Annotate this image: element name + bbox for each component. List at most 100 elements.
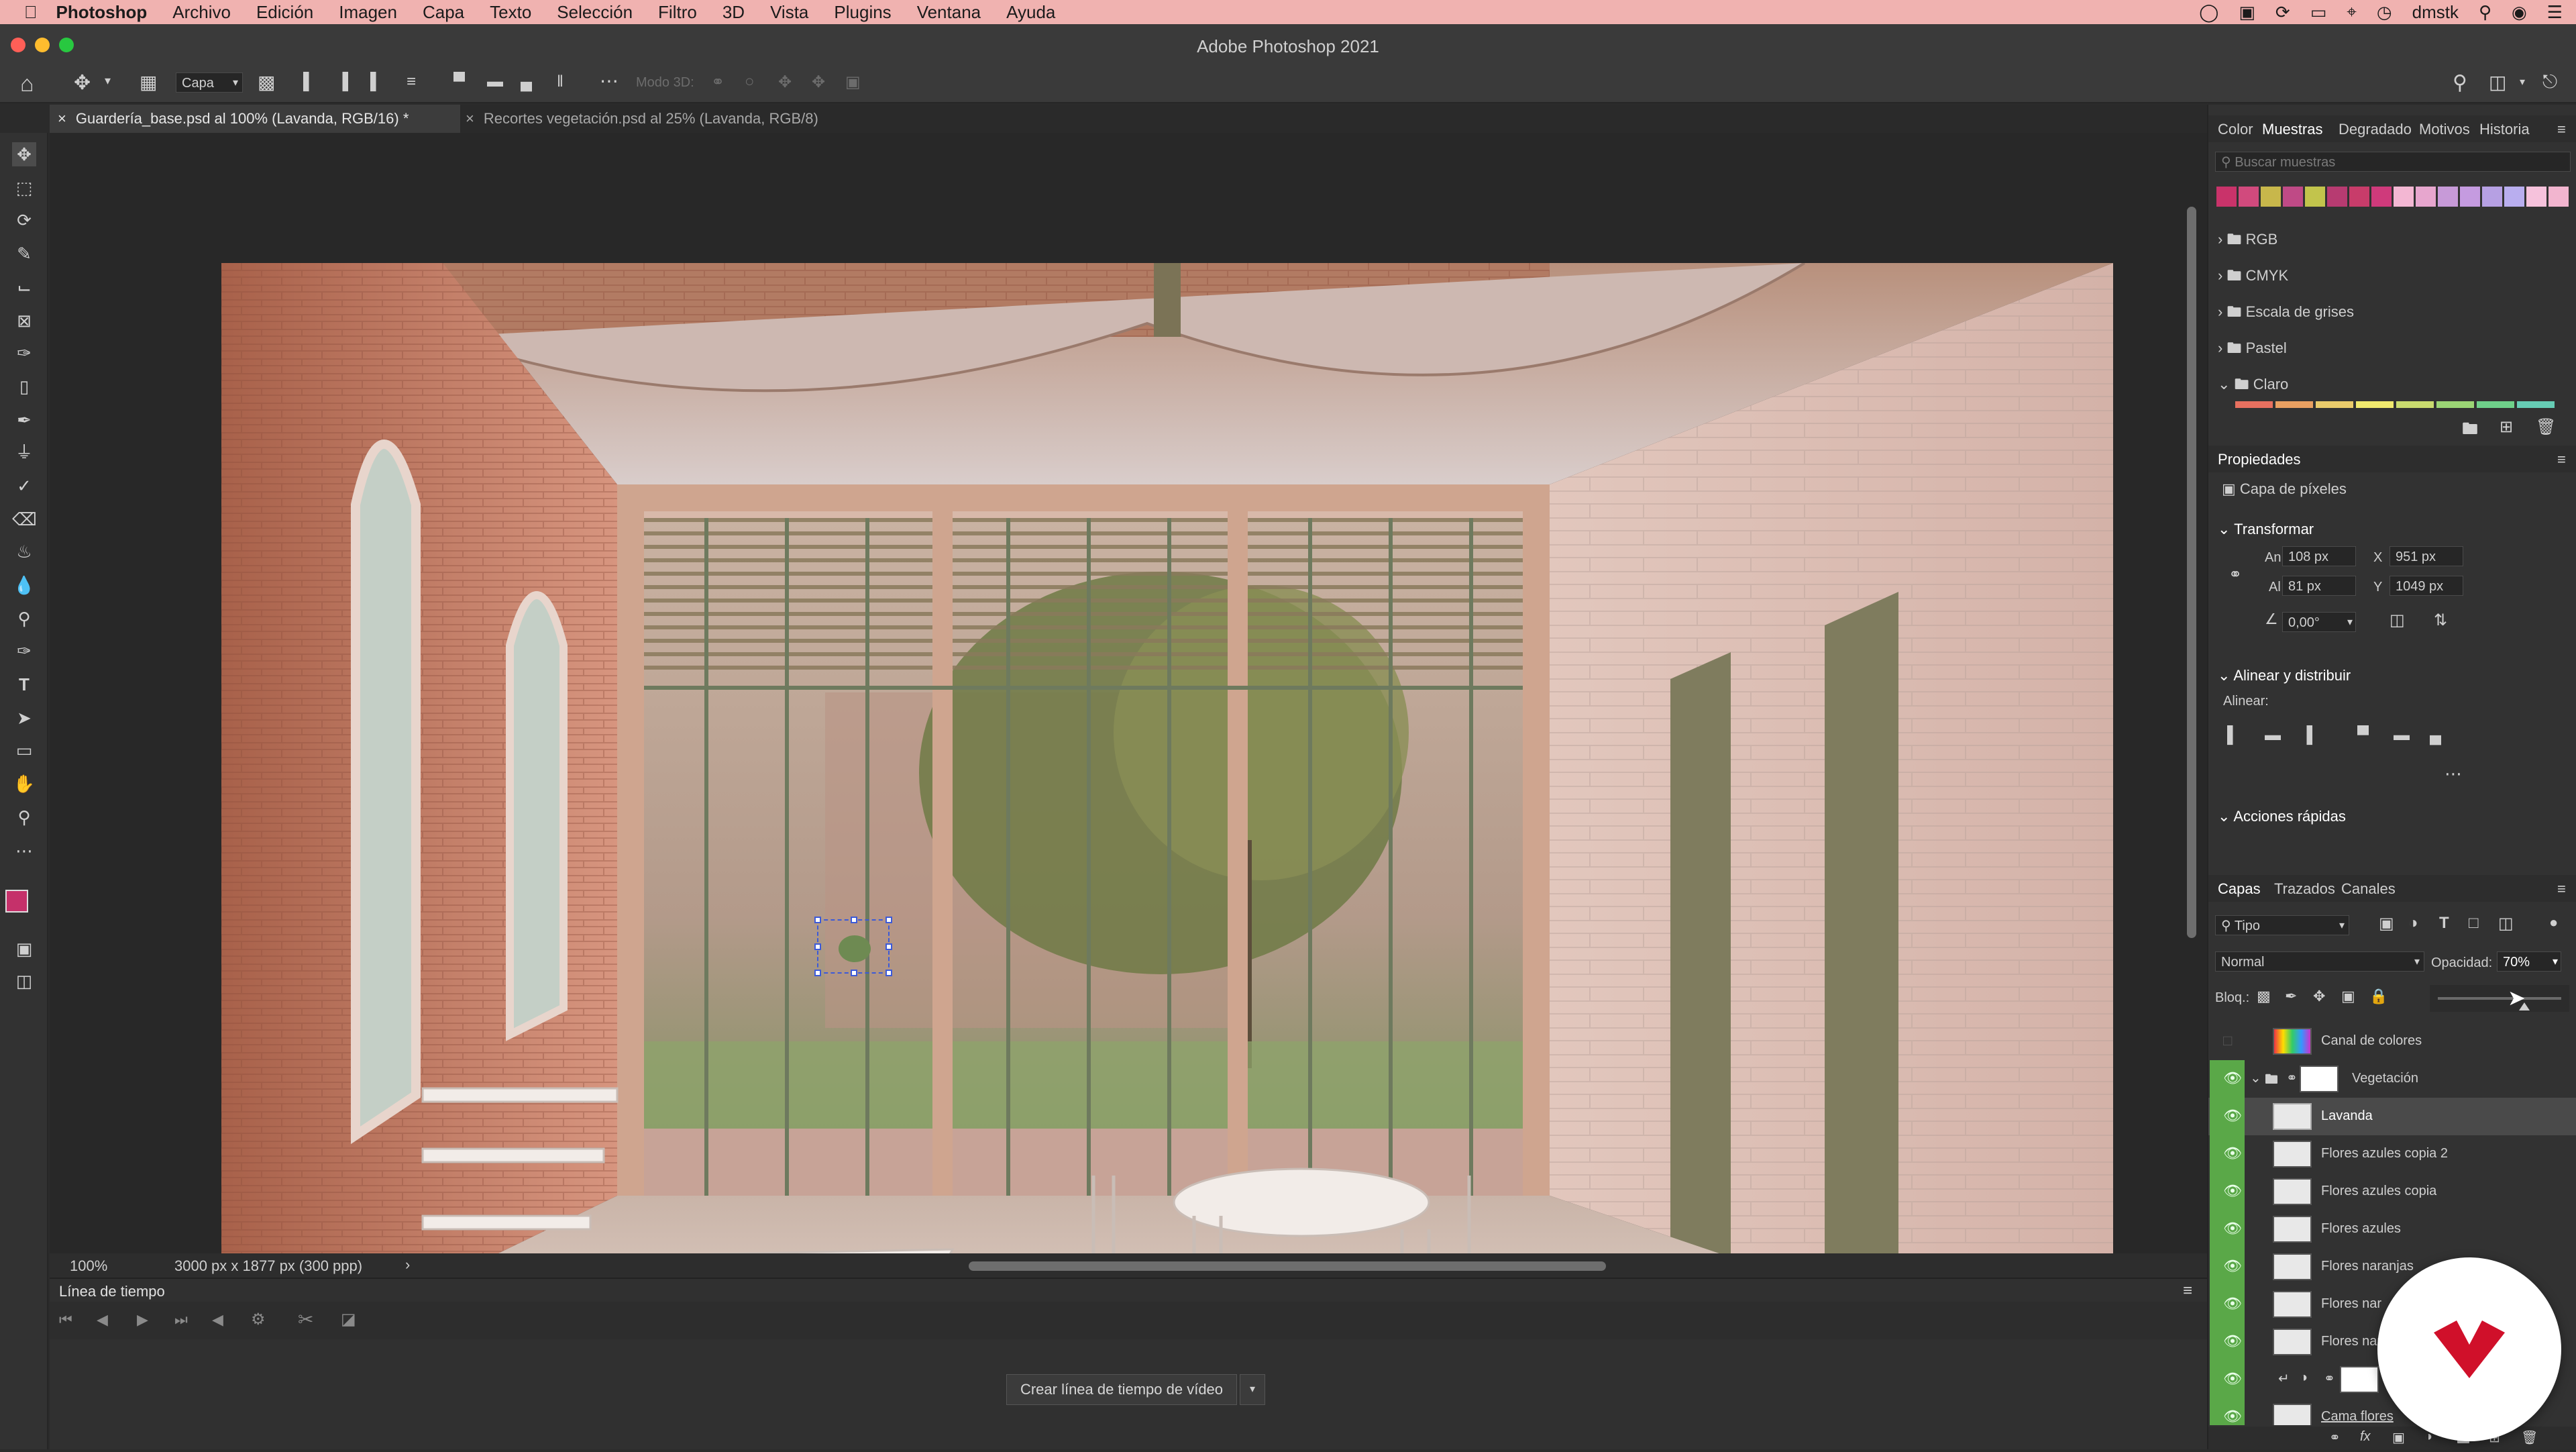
play-icon[interactable]: ▶ xyxy=(137,1311,148,1329)
filter-toggle-icon[interactable]: ● xyxy=(2549,914,2558,931)
swatch-search-input[interactable]: ⚲ Buscar muestras xyxy=(2215,152,2571,172)
move-tool-icon[interactable]: ✥ xyxy=(74,71,91,95)
chevron-down-icon[interactable]: ▾ xyxy=(105,74,111,88)
eye-icon[interactable]: 👁 xyxy=(2223,1334,2242,1349)
angle-field[interactable]: 0,00° ▾ xyxy=(2282,612,2356,632)
transform-selection-box[interactable] xyxy=(814,917,892,976)
visibility-toggle[interactable]: □ xyxy=(2223,1033,2242,1048)
transform-handle[interactable] xyxy=(851,970,857,976)
split-scissors-icon[interactable]: ✂ xyxy=(298,1308,313,1331)
delete-icon[interactable]: 🗑 xyxy=(2536,417,2556,437)
zoom-tool-icon[interactable]: ⚲ xyxy=(12,805,36,829)
filter-shape-icon[interactable]: □ xyxy=(2469,914,2479,933)
frame-tool-icon[interactable]: ⊠ xyxy=(12,309,36,333)
healing-brush-icon[interactable]: ▯ xyxy=(12,374,36,399)
color-swatch[interactable] xyxy=(2261,187,2281,207)
blur-tool-icon[interactable]: 💧 xyxy=(12,573,36,597)
transform-handle[interactable] xyxy=(814,943,821,950)
create-timeline-button[interactable]: Crear línea de tiempo de vídeo xyxy=(1006,1374,1237,1405)
search-icon[interactable]: ⚲ xyxy=(2453,71,2467,95)
horizontal-scrollbar[interactable] xyxy=(969,1261,1606,1271)
claro-swatch[interactable] xyxy=(2517,401,2555,408)
opacity-field[interactable]: 70% ▾ xyxy=(2497,951,2561,972)
3d-slide-icon[interactable]: ✥ xyxy=(812,72,825,92)
tab-historia[interactable]: Historia xyxy=(2479,121,2530,138)
color-swatch[interactable] xyxy=(2283,187,2303,207)
tab-capas[interactable]: Capas xyxy=(2218,880,2261,898)
color-swatch[interactable] xyxy=(2526,187,2546,207)
close-tab-icon[interactable]: × xyxy=(466,110,474,127)
panel-menu-icon[interactable]: ≡ xyxy=(2557,880,2566,898)
color-swatch[interactable] xyxy=(2548,187,2569,207)
claro-swatch[interactable] xyxy=(2275,401,2313,408)
align-vcenter-icon[interactable]: ▬ xyxy=(2394,726,2410,745)
claro-swatch[interactable] xyxy=(2396,401,2434,408)
screen-mode-icon[interactable]: ◫ xyxy=(12,969,36,993)
flip-horizontal-icon[interactable]: ◫ xyxy=(2390,611,2405,630)
menu-imagen[interactable]: Imagen xyxy=(339,2,397,23)
opacity-slider-track[interactable] xyxy=(2438,997,2561,1000)
height-field[interactable]: 81 px xyxy=(2282,576,2356,596)
quick-mask-icon[interactable]: ▣ xyxy=(12,937,36,961)
tab-color[interactable]: Color xyxy=(2218,121,2253,138)
y-field[interactable]: 1049 px xyxy=(2390,576,2463,596)
distribute-vertical-icon[interactable]: ‖ xyxy=(557,72,564,91)
filter-adjustment-icon[interactable]: ◑ xyxy=(2408,914,2418,933)
chevron-down-icon[interactable]: ⌄ xyxy=(2250,1070,2261,1086)
lock-position-icon[interactable]: ✥ xyxy=(2313,988,2325,1005)
tab-recortes[interactable]: × Recortes vegetación.psd al 25% (Lavanda… xyxy=(452,105,895,133)
lock-transparency-icon[interactable]: ▩ xyxy=(2257,988,2271,1005)
menu-filtro[interactable]: Filtro xyxy=(658,2,697,23)
align-section-header[interactable]: ⌄ Alinear y distribuir xyxy=(2218,667,2351,684)
vertical-scrollbar[interactable] xyxy=(2187,207,2196,938)
filter-smart-icon[interactable]: ◫ xyxy=(2498,914,2514,933)
audio-icon[interactable]: ◀ xyxy=(212,1311,223,1329)
sync-icon[interactable]: ⟳ xyxy=(2275,2,2290,23)
user-name[interactable]: dmstk xyxy=(2412,2,2459,23)
shape-tool-icon[interactable]: ▭ xyxy=(12,738,36,762)
eye-icon[interactable]: 👁 xyxy=(2223,1259,2242,1274)
eye-icon[interactable]: 👁 xyxy=(2223,1296,2242,1311)
first-frame-icon[interactable]: ⏮ xyxy=(59,1311,72,1329)
color-swatch[interactable] xyxy=(2327,187,2347,207)
canvas-area[interactable] xyxy=(50,133,2210,1388)
menu-ayuda[interactable]: Ayuda xyxy=(1006,2,1055,23)
swatch-group-rgb[interactable]: › 🖿 RGB xyxy=(2218,228,2277,254)
menu-plugins[interactable]: Plugins xyxy=(834,2,891,23)
layer-flores-azules-copia-2[interactable]: 👁 Flores azules copia 2 xyxy=(2208,1135,2576,1173)
tab-muestras[interactable]: Muestras xyxy=(2262,121,2322,138)
document-image[interactable] xyxy=(221,263,2113,1388)
workspace-icon[interactable]: ◫ xyxy=(2489,71,2506,93)
layer-select-dropdown[interactable]: Capa ▾ xyxy=(176,72,243,93)
tab-motivos[interactable]: Motivos xyxy=(2419,121,2470,138)
color-swatch[interactable] xyxy=(2416,187,2436,207)
align-center-icon[interactable]: ▐ xyxy=(337,72,348,91)
opacity-slider[interactable] xyxy=(2430,985,2569,1012)
color-swatch[interactable] xyxy=(2216,187,2237,207)
transform-handle[interactable] xyxy=(814,917,821,923)
align-bottom-icon[interactable]: ▄ xyxy=(2430,726,2441,745)
layer-lavanda[interactable]: 👁 Lavanda xyxy=(2208,1098,2576,1135)
color-swatch[interactable] xyxy=(2504,187,2524,207)
align-hcenter-icon[interactable]: ▬ xyxy=(2265,726,2281,745)
lasso-tool-icon[interactable]: ⟳ xyxy=(12,208,36,232)
color-swatch[interactable] xyxy=(2371,187,2392,207)
stamp-tool-icon[interactable]: ⏚ xyxy=(12,440,36,464)
swatch-group-pastel[interactable]: › 🖿 Pastel xyxy=(2218,337,2287,362)
align-left-icon[interactable]: ▌ xyxy=(2227,726,2239,745)
menu-seleccion[interactable]: Selección xyxy=(557,2,633,23)
link-chain-icon[interactable]: ⚭ xyxy=(2229,565,2242,584)
blend-mode-dropdown[interactable]: Normal ▾ xyxy=(2215,951,2424,972)
foreground-color[interactable] xyxy=(5,890,28,913)
apple-icon[interactable]:  xyxy=(24,2,38,23)
panel-menu-icon[interactable]: ≡ xyxy=(2183,1282,2192,1300)
flip-vertical-icon[interactable]: ⇅ xyxy=(2434,611,2447,630)
display-icon[interactable]: ▣ xyxy=(2239,2,2255,23)
layer-canal-colores[interactable]: □ Canal de colores xyxy=(2208,1023,2576,1060)
panel-menu-icon[interactable]: ≡ xyxy=(2557,451,2566,468)
color-swatch[interactable] xyxy=(2394,187,2414,207)
align-top-icon[interactable]: ▀ xyxy=(2357,726,2369,745)
layer-group-vegetacion[interactable]: 👁 ⌄ 🖿 ⚭ Vegetación xyxy=(2208,1060,2576,1098)
align-right-icon[interactable]: ▌ xyxy=(370,72,382,91)
eraser-tool-icon[interactable]: ⌫ xyxy=(12,507,37,531)
